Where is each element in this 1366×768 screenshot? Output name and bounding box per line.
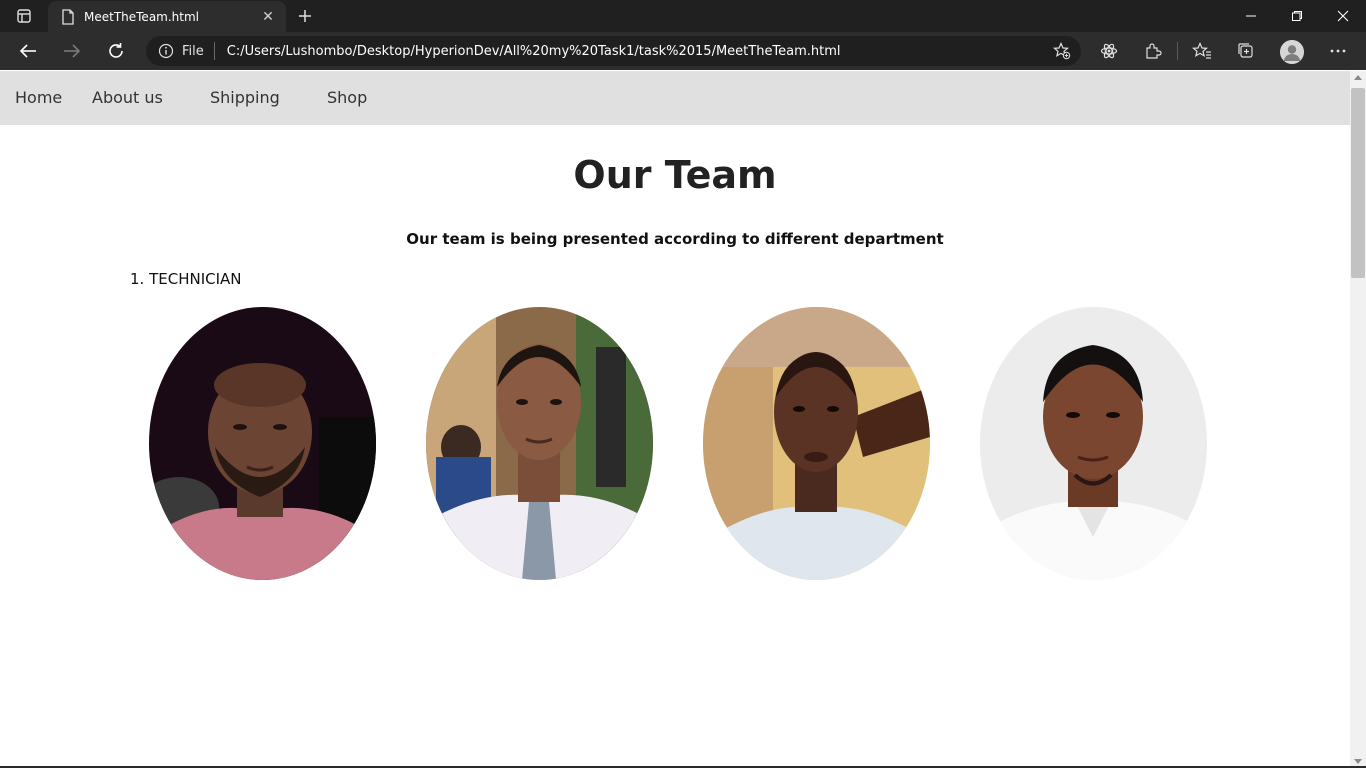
react-devtools-icon[interactable] xyxy=(1093,35,1125,67)
site-info-icon[interactable] xyxy=(158,43,174,59)
address-scheme: File xyxy=(182,43,204,59)
browser-toolbar: File C:/Users/Lushombo/Desktop/HyperionD… xyxy=(0,32,1366,70)
page-subtitle: Our team is being presented according to… xyxy=(406,230,944,248)
minimize-icon[interactable] xyxy=(1228,0,1274,32)
team-member-photo xyxy=(980,307,1207,580)
scroll-up-icon[interactable] xyxy=(1354,75,1362,80)
collections-icon[interactable] xyxy=(1230,35,1262,67)
refresh-icon[interactable] xyxy=(100,35,132,67)
new-tab-icon[interactable] xyxy=(292,4,318,28)
profile-avatar[interactable] xyxy=(1280,40,1304,64)
browser-tab-active[interactable]: MeetTheTeam.html ✕ xyxy=(48,1,286,32)
tab-title: MeetTheTeam.html xyxy=(84,9,200,24)
more-menu-icon[interactable] xyxy=(1322,35,1354,67)
scroll-down-icon[interactable] xyxy=(1354,759,1362,764)
browser-tab-strip: MeetTheTeam.html ✕ xyxy=(0,0,1366,32)
page-title: Our Team xyxy=(573,153,777,197)
nav-about-link[interactable]: About us xyxy=(92,88,163,107)
department-label: 1. TECHNICIAN xyxy=(130,270,242,288)
address-divider xyxy=(213,42,215,60)
address-bar[interactable]: File C:/Users/Lushombo/Desktop/HyperionD… xyxy=(146,36,1081,66)
scrollbar-thumb[interactable] xyxy=(1351,88,1365,278)
extensions-icon[interactable] xyxy=(1137,35,1169,67)
team-member-photo xyxy=(426,307,653,580)
window-close-icon[interactable] xyxy=(1320,0,1366,32)
forward-icon[interactable] xyxy=(56,35,88,67)
nav-shop-link[interactable]: Shop xyxy=(327,88,367,107)
tab-actions-icon[interactable] xyxy=(10,6,38,26)
team-member-photo xyxy=(149,307,376,580)
page-icon xyxy=(60,8,76,25)
nav-shipping-link[interactable]: Shipping xyxy=(210,88,280,107)
add-favorite-icon[interactable] xyxy=(1047,36,1077,66)
back-icon[interactable] xyxy=(12,35,44,67)
page-viewport: Home About us Shipping Shop Our Team Our… xyxy=(0,71,1350,767)
nav-home-link[interactable]: Home xyxy=(15,88,62,107)
tab-close-icon[interactable]: ✕ xyxy=(256,5,280,29)
site-navbar: Home About us Shipping Shop xyxy=(0,71,1350,125)
toolbar-divider xyxy=(1177,42,1178,60)
page-scrollbar[interactable] xyxy=(1350,71,1366,768)
restore-icon[interactable] xyxy=(1274,0,1320,32)
team-member-photo xyxy=(703,307,930,580)
favorites-icon[interactable] xyxy=(1186,35,1218,67)
address-url[interactable]: C:/Users/Lushombo/Desktop/HyperionDev/Al… xyxy=(227,44,1047,59)
